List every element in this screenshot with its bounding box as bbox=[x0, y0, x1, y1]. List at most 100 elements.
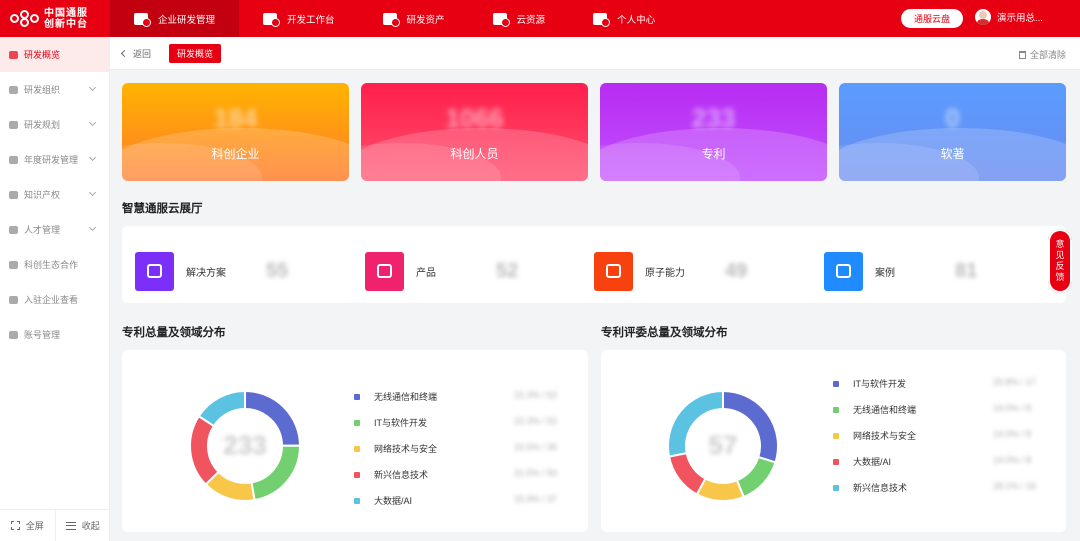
stat-label: 专利 bbox=[701, 147, 726, 161]
monitor-icon bbox=[263, 12, 281, 27]
legend-value: 15.5% / 36 bbox=[514, 442, 558, 452]
stat-card-software-copyright[interactable]: 0 软著 bbox=[839, 83, 1066, 181]
building-icon bbox=[134, 12, 151, 27]
back-button[interactable]: 返回 bbox=[120, 47, 151, 60]
top-nav-bar: 中国通服 创新中台 企业研发管理 开发工作台 研发资产 云资源 个人中心 通服云… bbox=[0, 0, 1080, 37]
stat-card-patents[interactable]: 233 专利 bbox=[600, 83, 827, 181]
legend-value: 28.1% / 16 bbox=[993, 481, 1037, 491]
cube-icon bbox=[594, 252, 633, 291]
legend-item[interactable]: 网络技术与安全 bbox=[833, 429, 916, 442]
sidebar-item-enterprise-view[interactable]: 入驻企业查看 bbox=[0, 282, 109, 317]
ecosystem-icon bbox=[9, 260, 18, 269]
bag-icon bbox=[824, 252, 863, 291]
clear-all-button[interactable]: 全部清除 bbox=[1018, 48, 1066, 61]
gear-icon bbox=[382, 12, 400, 27]
legend-item[interactable]: IT与软件开发 bbox=[354, 416, 427, 429]
legend-item[interactable]: 新兴信息技术 bbox=[833, 481, 907, 494]
sidebar-item-rd-org[interactable]: 研发组织 bbox=[0, 72, 109, 107]
legend-label: 新兴信息技术 bbox=[374, 470, 429, 480]
legend-item[interactable]: IT与软件开发 bbox=[833, 377, 906, 390]
sidebar-item-rd-overview[interactable]: 研发概览 bbox=[0, 37, 109, 72]
legend-label: 大数据/AI bbox=[853, 457, 892, 467]
legend-label: 大数据/AI bbox=[374, 496, 413, 506]
stat-value: 184 bbox=[213, 103, 258, 133]
logo[interactable]: 中国通服 创新中台 bbox=[0, 0, 110, 37]
legend-label: 无线通信和终端 bbox=[853, 405, 917, 415]
expo-item-atomic-capabilities[interactable]: 原子能力 49 bbox=[594, 252, 747, 291]
legend-value: 14.0% / 8 bbox=[993, 403, 1032, 413]
patent-review-center-value: 57 bbox=[708, 430, 738, 460]
nav-enterprise-rd[interactable]: 企业研发管理 bbox=[110, 0, 240, 37]
nav-dev-workbench[interactable]: 开发工作台 bbox=[239, 0, 359, 37]
section-title-patent-total: 专利总量及领域分布 bbox=[122, 327, 226, 339]
legend-label: 无线通信和终端 bbox=[374, 392, 438, 402]
stat-card-enterprises[interactable]: 184 科创企业 bbox=[122, 83, 349, 181]
expo-item-products[interactable]: 产品 52 bbox=[365, 252, 518, 291]
collapse-button[interactable]: 收起 bbox=[54, 509, 111, 541]
expo-item-cases[interactable]: 案例 81 bbox=[824, 252, 977, 291]
legend-swatch bbox=[354, 497, 360, 504]
logo-icon bbox=[10, 9, 40, 28]
chevron-left-icon bbox=[120, 49, 129, 57]
enterprise-icon bbox=[9, 295, 18, 304]
nav-rd-assets[interactable]: 研发资产 bbox=[359, 0, 469, 37]
user-menu[interactable]: 演示用总... bbox=[975, 9, 1043, 25]
donut-segment-4[interactable] bbox=[197, 389, 246, 428]
legend-value: 14.0% / 8 bbox=[993, 429, 1032, 439]
person-icon bbox=[9, 225, 18, 234]
trash-icon bbox=[1018, 50, 1026, 59]
legend-item[interactable]: 大数据/AI bbox=[833, 455, 891, 468]
tab-rd-overview[interactable]: 研发概览 bbox=[169, 43, 222, 63]
stat-value: 0 bbox=[945, 103, 960, 133]
nav-personal-center[interactable]: 个人中心 bbox=[569, 0, 679, 37]
legend-swatch bbox=[833, 380, 839, 387]
stat-value: 233 bbox=[691, 103, 736, 133]
user-name: 演示用总... bbox=[997, 13, 1043, 24]
stat-label: 科创人员 bbox=[450, 147, 499, 161]
feedback-button[interactable]: 意见反馈 bbox=[1048, 229, 1072, 293]
chevron-down-icon bbox=[88, 153, 97, 162]
legend-item[interactable]: 网络技术与安全 bbox=[354, 442, 437, 455]
legend-swatch bbox=[354, 393, 360, 400]
legend-value: 14.0% / 8 bbox=[993, 455, 1032, 465]
chevron-down-icon bbox=[88, 118, 97, 127]
expo-item-solutions[interactable]: 解决方案 55 bbox=[135, 252, 288, 291]
sidebar-item-annual-rd[interactable]: 年度研发管理 bbox=[0, 142, 109, 177]
person-icon bbox=[593, 12, 611, 27]
section-title-expo: 智慧通服云展厅 bbox=[122, 203, 203, 215]
fullscreen-button[interactable]: 全屏 bbox=[0, 510, 55, 541]
logo-text: 中国通服 创新中台 bbox=[44, 7, 88, 30]
legend-item[interactable]: 新兴信息技术 bbox=[354, 468, 428, 481]
fullscreen-icon bbox=[10, 521, 20, 530]
legend-item[interactable]: 大数据/AI bbox=[354, 494, 412, 507]
legend-value: 22.3% / 52 bbox=[514, 390, 558, 400]
cloud-disk-button[interactable]: 通服云盘 bbox=[901, 9, 963, 28]
chevron-down-icon bbox=[88, 223, 97, 232]
avatar bbox=[975, 9, 991, 25]
legend-item[interactable]: 无线通信和终端 bbox=[354, 390, 437, 403]
plan-icon bbox=[9, 120, 18, 129]
account-icon bbox=[9, 330, 18, 339]
dashboard-icon bbox=[9, 50, 18, 59]
sidebar-item-rd-plan[interactable]: 研发规划 bbox=[0, 107, 109, 142]
sidebar-item-ip[interactable]: 知识产权 bbox=[0, 177, 109, 212]
donut-segment-1[interactable] bbox=[735, 455, 777, 499]
menu-collapse-icon bbox=[65, 521, 76, 530]
stat-label: 软著 bbox=[940, 147, 965, 161]
chevron-down-icon bbox=[88, 188, 97, 197]
legend-value: 22.3% / 52 bbox=[514, 416, 558, 426]
patent-review-panel: 57 IT与软件开发 29.8% / 17 无线通信和终端 14.0% / 8 网络技术… bbox=[601, 350, 1066, 532]
patent-total-center-value: 233 bbox=[223, 430, 267, 460]
expo-panel: 解决方案 55 产品 52 原子能力 49 案例 81 bbox=[122, 226, 1066, 303]
sidebar-item-ecosystem[interactable]: 科创生态合作 bbox=[0, 247, 109, 282]
nav-cloud-resources[interactable]: 云资源 bbox=[469, 0, 570, 37]
sidebar-item-account[interactable]: 账号管理 bbox=[0, 317, 109, 352]
legend-item[interactable]: 无线通信和终端 bbox=[833, 403, 916, 416]
legend-swatch bbox=[833, 432, 839, 439]
legend-swatch bbox=[833, 406, 839, 413]
stat-label: 科创企业 bbox=[211, 147, 260, 161]
tab-bar: 返回 研发概览 全部清除 bbox=[110, 37, 1080, 70]
stat-card-personnel[interactable]: 1066 科创人员 bbox=[361, 83, 588, 181]
chart-icon bbox=[365, 252, 404, 291]
sidebar-item-talent[interactable]: 人才管理 bbox=[0, 212, 109, 247]
